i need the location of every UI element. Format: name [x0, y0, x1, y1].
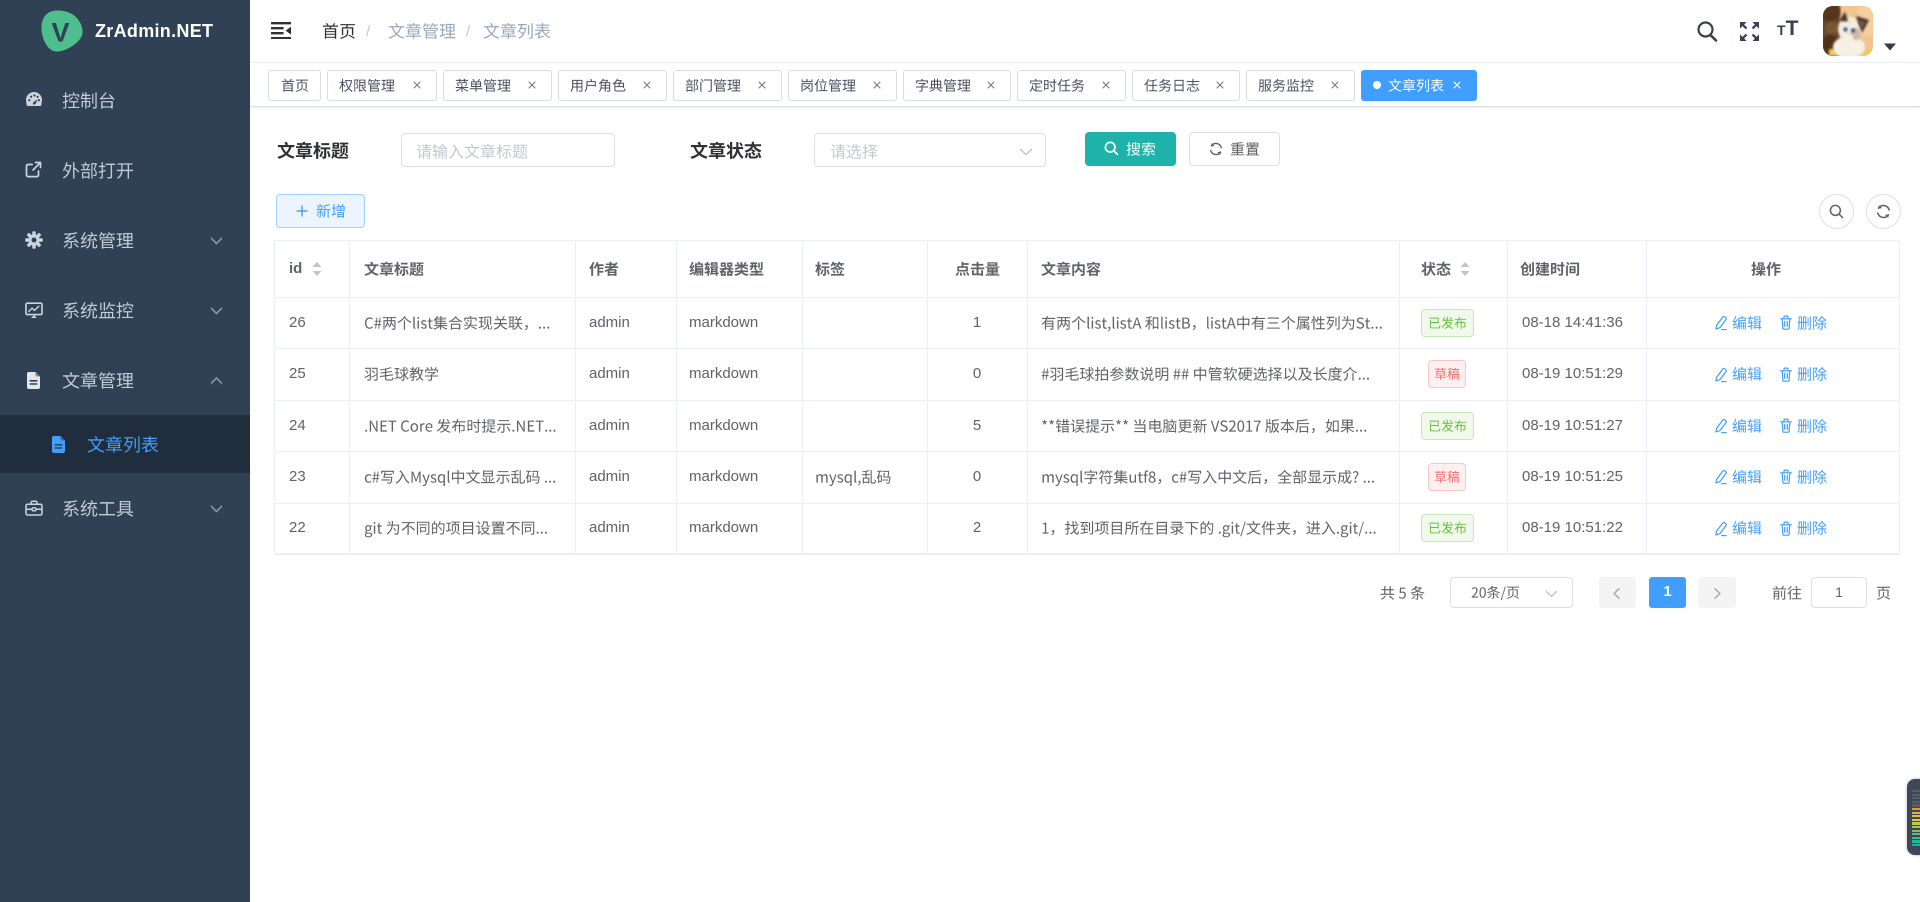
svg-text:V: V	[51, 18, 69, 48]
